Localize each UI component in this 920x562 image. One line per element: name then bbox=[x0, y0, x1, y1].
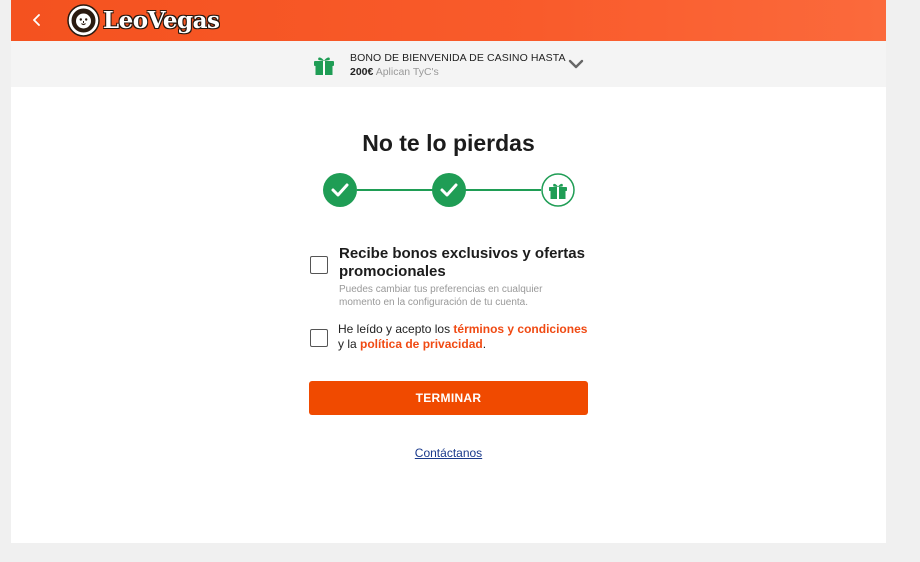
promotions-consent-description: Puedes cambiar tus preferencias en cualq… bbox=[339, 284, 543, 308]
progress-stepper bbox=[323, 173, 575, 207]
lion-logo-icon bbox=[67, 4, 100, 37]
step-1-complete bbox=[323, 173, 357, 207]
promo-title: BONO DE BIENVENIDA DE CASINO HASTA bbox=[350, 52, 566, 64]
privacy-policy-link[interactable]: política de privacidad bbox=[360, 337, 483, 351]
terms-consent-text: He leído y acepto los términos y condici… bbox=[338, 322, 588, 352]
terms-text-after: . bbox=[482, 337, 487, 351]
terms-checkbox[interactable] bbox=[310, 329, 328, 347]
promo-amount: 200€ bbox=[350, 66, 374, 78]
contact-link[interactable]: Contáctanos bbox=[415, 446, 482, 460]
promotions-consent-title: Recibe bonos exclusivos y ofertas promoc… bbox=[339, 245, 585, 280]
chevron-down-icon[interactable] bbox=[568, 56, 584, 72]
back-button[interactable] bbox=[25, 8, 49, 32]
promotions-checkbox[interactable] bbox=[310, 256, 328, 274]
terms-text-before: He leído y acepto los bbox=[338, 322, 454, 336]
top-bar: LeoVegas bbox=[11, 0, 886, 41]
terms-text-middle: y la bbox=[338, 337, 361, 351]
promo-subtitle: 200€ Aplican TyC's bbox=[350, 66, 439, 78]
promo-terms: Aplican TyC's bbox=[375, 66, 439, 78]
step-3-current bbox=[541, 173, 575, 207]
welcome-bonus-banner[interactable]: BONO DE BIENVENIDA DE CASINO HASTA 200€ … bbox=[11, 41, 886, 87]
chevron-left-icon bbox=[33, 14, 40, 26]
contact-row: Contáctanos bbox=[11, 444, 886, 462]
step-2-complete bbox=[432, 173, 466, 207]
page-title: No te lo pierdas bbox=[362, 130, 535, 156]
brand-name: LeoVegas bbox=[103, 7, 220, 34]
brand-logo[interactable]: LeoVegas bbox=[67, 4, 220, 37]
app-frame: LeoVegas BONO DE BIENVENIDA DE CASINO HA… bbox=[11, 0, 886, 543]
gift-icon bbox=[314, 57, 334, 75]
terms-and-conditions-link[interactable]: términos y condiciones bbox=[453, 322, 587, 336]
finish-button[interactable]: TERMINAR bbox=[309, 381, 588, 415]
